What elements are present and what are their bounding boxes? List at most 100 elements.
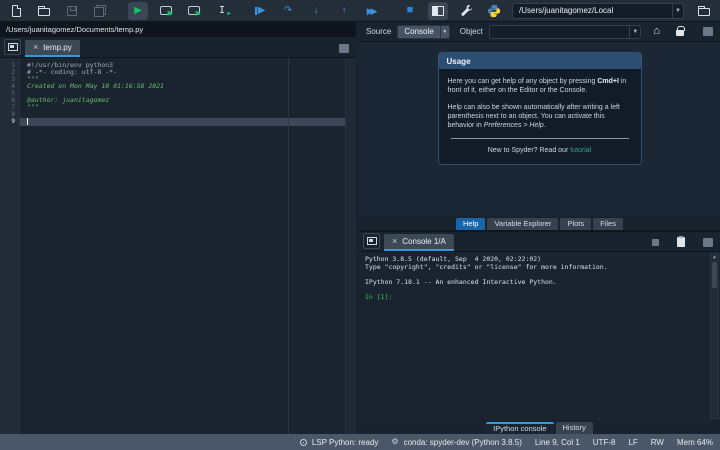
cursor-position-status: Line 9, Col 1 bbox=[534, 437, 580, 447]
close-tab-icon[interactable]: × bbox=[392, 237, 397, 246]
console-scrollbar[interactable]: ▲ bbox=[710, 253, 719, 419]
browse-tabs-icon bbox=[366, 237, 377, 245]
right-panel: Source Console ▼ Object ▼ ⌂ Usage Here y… bbox=[359, 22, 720, 434]
working-directory-value: /Users/juanitagomez/Local bbox=[519, 6, 614, 15]
console-tab-label: Console 1/A bbox=[402, 237, 446, 246]
status-bar: LSP Python: ready ⚙ conda: spyder-dev (Py… bbox=[0, 434, 720, 450]
preferences-button[interactable] bbox=[456, 2, 476, 20]
python-logo-icon bbox=[487, 4, 501, 17]
tab-variable-explorer[interactable]: Variable Explorer bbox=[487, 218, 559, 230]
working-directory-combobox[interactable]: /Users/juanitagomez/Local ▼ bbox=[512, 2, 684, 19]
step-into-icon: ↓ bbox=[313, 4, 319, 16]
source-dropdown-value: Console bbox=[404, 27, 434, 36]
tab-help[interactable]: Help bbox=[456, 218, 486, 230]
close-tab-icon[interactable]: × bbox=[33, 43, 38, 52]
chevron-down-icon[interactable]: ▼ bbox=[629, 25, 640, 38]
chevron-down-icon[interactable]: ▼ bbox=[672, 3, 683, 18]
help-toolbar: Source Console ▼ Object ▼ ⌂ bbox=[359, 22, 720, 42]
help-options-menu-icon[interactable] bbox=[703, 27, 713, 36]
main-area: /Users/juanitagomez/Documents/temp.py × … bbox=[0, 22, 720, 434]
conda-environment-status[interactable]: ⚙ conda: spyder-dev (Python 3.8.5) bbox=[391, 438, 521, 447]
tab-plots[interactable]: Plots bbox=[560, 218, 592, 230]
browse-tabs-button[interactable] bbox=[4, 39, 21, 55]
run-cell-icon: ▶ bbox=[160, 6, 173, 17]
stop-icon: ■ bbox=[406, 4, 414, 16]
main-toolbar: ▶ ▶ ▶ I ▶ ▶ ↷ ↓ ↑ ▶▶ ■ /Users/juanitagom… bbox=[0, 0, 720, 22]
run-cell-advance-button[interactable]: ▶ bbox=[184, 2, 204, 20]
tab-files[interactable]: Files bbox=[593, 218, 623, 230]
scrollbar-handle[interactable] bbox=[712, 262, 717, 288]
continue-button[interactable]: ▶▶ bbox=[362, 2, 382, 20]
console-state-icon bbox=[652, 238, 659, 246]
python-path-manager-button[interactable] bbox=[484, 2, 504, 20]
code-editor[interactable]: 1 #!/usr/bin/env python3 2 # -*- coding: u… bbox=[0, 58, 356, 434]
save-button[interactable] bbox=[62, 2, 82, 20]
console-browse-tabs-button[interactable] bbox=[363, 233, 380, 249]
step-out-icon: ↑ bbox=[341, 4, 347, 16]
tab-history[interactable]: History bbox=[555, 422, 593, 434]
save-all-icon bbox=[94, 4, 106, 17]
editor-options-menu-icon[interactable] bbox=[339, 44, 349, 53]
run-selection-icon: I ▶ bbox=[218, 5, 232, 17]
preferences-help-path: Preferences > Help bbox=[483, 122, 544, 129]
new-file-button[interactable] bbox=[6, 2, 26, 20]
cmd-i-shortcut: Cmd+I bbox=[597, 78, 619, 85]
usage-card: Usage Here you can get help of any objec… bbox=[437, 52, 642, 165]
save-icon bbox=[67, 5, 77, 16]
browse-tabs-icon bbox=[7, 43, 18, 51]
run-selection-button[interactable]: I ▶ bbox=[212, 2, 232, 20]
run-icon: ▶ bbox=[134, 4, 142, 16]
source-dropdown[interactable]: Console ▼ bbox=[397, 24, 450, 39]
step-over-button[interactable]: ↷ bbox=[278, 2, 298, 20]
usage-card-title: Usage bbox=[438, 53, 641, 69]
console-toolbar-icons bbox=[652, 236, 717, 247]
debug-toolbar-group: ▶ ↷ ↓ ↑ ▶▶ bbox=[250, 2, 390, 20]
code-line: 8 bbox=[11, 111, 15, 118]
lock-icon[interactable] bbox=[676, 26, 685, 36]
step-into-button[interactable]: ↓ bbox=[306, 2, 326, 20]
maximize-pane-button[interactable] bbox=[428, 1, 448, 20]
chevron-down-icon[interactable]: ▼ bbox=[439, 25, 449, 38]
code-line: 4 Created on Mon May 10 01:16:58 2021 bbox=[11, 82, 164, 91]
clipboard-icon[interactable] bbox=[677, 236, 685, 247]
permissions-status: RW bbox=[650, 437, 664, 447]
run-toolbar-group: ▶ ▶ ▶ I ▶ bbox=[128, 1, 240, 20]
browse-working-directory-button[interactable] bbox=[694, 2, 714, 20]
divider bbox=[450, 138, 629, 139]
usage-paragraph-1: Here you can get help of any object by p… bbox=[447, 78, 627, 94]
run-file-button[interactable]: ▶ bbox=[128, 1, 148, 20]
run-cell-advance-icon: ▶ bbox=[188, 6, 201, 17]
save-all-button[interactable] bbox=[90, 2, 110, 20]
scroll-up-icon[interactable]: ▲ bbox=[711, 254, 718, 260]
open-file-button[interactable] bbox=[34, 2, 54, 20]
continue-icon: ▶▶ bbox=[366, 5, 378, 16]
tutorial-link[interactable]: tutorial bbox=[570, 147, 591, 154]
console-prompt: In [1]: bbox=[365, 292, 393, 301]
eol-status: LF bbox=[628, 437, 638, 447]
ipython-console-output[interactable]: Python 3.8.5 (default, Sep 4 2020, 02:22… bbox=[359, 252, 720, 420]
right-bottom-pane-tabs: IPython console History bbox=[359, 420, 720, 434]
tab-ipython-console[interactable]: IPython console bbox=[486, 422, 554, 434]
console-options-menu-icon[interactable] bbox=[703, 237, 713, 247]
lsp-status: LSP Python: ready bbox=[299, 438, 378, 447]
open-folder-icon bbox=[38, 6, 50, 16]
toolbar-right-group: /Users/juanitagomez/Local ▼ ↑ bbox=[428, 1, 720, 20]
help-pane: Usage Here you can get help of any objec… bbox=[359, 42, 720, 216]
console-tab-1a[interactable]: × Console 1/A bbox=[384, 234, 454, 251]
source-label: Source bbox=[366, 27, 392, 36]
editor-tab-temp-py[interactable]: × temp.py bbox=[25, 40, 80, 57]
code-line: 6 @author: juanitagomez bbox=[11, 96, 110, 105]
encoding-status: UTF-8 bbox=[592, 437, 616, 447]
editor-file-path: /Users/juanitagomez/Documents/temp.py bbox=[0, 22, 356, 37]
debug-file-button[interactable]: ▶ bbox=[250, 2, 270, 20]
debug-file-icon: ▶ bbox=[254, 5, 265, 16]
step-out-button[interactable]: ↑ bbox=[334, 2, 354, 20]
run-cell-button[interactable]: ▶ bbox=[156, 2, 176, 20]
editor-tab-label: temp.py bbox=[43, 43, 72, 52]
object-combobox[interactable]: ▼ bbox=[488, 24, 642, 39]
code-lines: 1 #!/usr/bin/env python3 2 # -*- coding: u… bbox=[0, 58, 356, 126]
usage-paragraph-2: Help can also be shown automatically aft… bbox=[447, 104, 620, 129]
stop-debug-button[interactable]: ■ bbox=[400, 2, 420, 20]
home-icon[interactable]: ⌂ bbox=[653, 26, 660, 37]
